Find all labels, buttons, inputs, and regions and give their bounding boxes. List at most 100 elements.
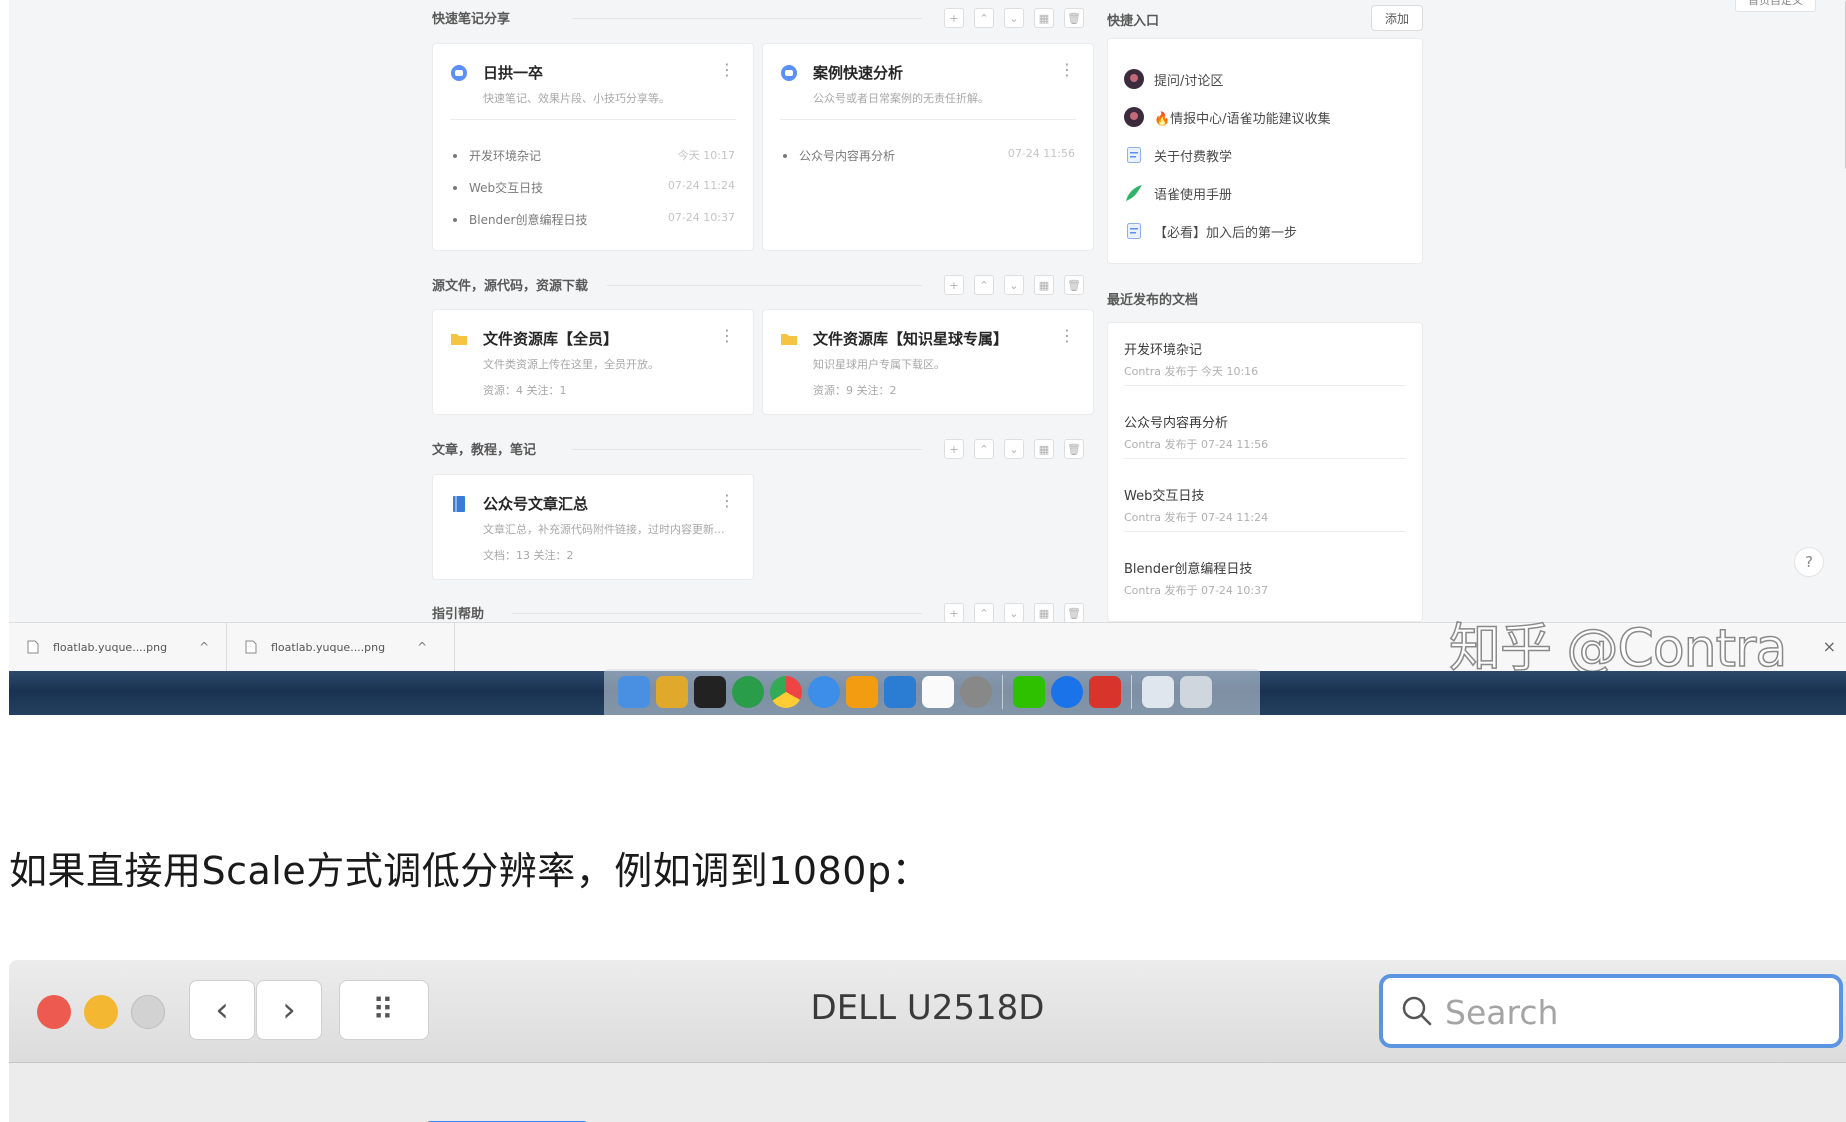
recent-docs-card: 开发环境杂记 Contra 发布于 今天 10:16 公众号内容再分析 Cont… <box>1107 322 1423 622</box>
card-description: 文件类资源上传在这里，全员开放。 <box>483 358 659 371</box>
card-title[interactable]: 文件资源库【全员】 <box>483 328 618 349</box>
section-title: 快捷入口 <box>1107 14 1160 29</box>
pdf-icon[interactable] <box>1089 676 1121 708</box>
more-icon[interactable]: ⋮ <box>719 326 735 345</box>
layout-icon[interactable]: ▦ <box>1034 439 1054 459</box>
card-title[interactable]: 文件资源库【知识星球专属】 <box>813 328 1008 349</box>
card-title[interactable]: 公众号文章汇总 <box>483 493 588 514</box>
more-icon[interactable]: ⋮ <box>719 491 735 510</box>
download-item[interactable]: floatlab.yuque....png ^ <box>227 623 455 671</box>
recent-doc-title[interactable]: 公众号内容再分析 <box>1124 412 1228 431</box>
more-icon[interactable]: ⋮ <box>1059 326 1075 345</box>
wechat-icon[interactable] <box>1013 676 1045 708</box>
layout-icon[interactable]: ▦ <box>1034 8 1054 28</box>
quick-entry-card: 提问/讨论区 🔥情报中心/语雀功能建议收集 关于付费教学 语雀使用手册 【必看】… <box>1107 38 1423 264</box>
window-body <box>9 1063 1846 1122</box>
recent-doc-item[interactable]: 公众号内容再分析 Contra 发布于 07-24 11:56 <box>1124 396 1406 459</box>
close-icon[interactable]: × <box>1823 637 1836 656</box>
recent-doc-title[interactable]: Web交互日技 <box>1124 485 1204 504</box>
delete-icon[interactable]: 🗑 <box>1064 603 1084 623</box>
list-item[interactable]: Web交互日技 07-24 11:24 <box>453 179 735 197</box>
move-down-icon[interactable]: ⌄ <box>1004 275 1024 295</box>
quick-entry-item[interactable]: 语雀使用手册 <box>1124 181 1232 205</box>
resource-card[interactable]: 文件资源库【全员】 ⋮ 文件类资源上传在这里，全员开放。 资源：4 关注：1 <box>432 309 754 415</box>
finder-icon[interactable] <box>618 676 650 708</box>
section-title: 最近发布的文档 <box>1107 293 1199 308</box>
chrome-icon[interactable] <box>770 676 802 708</box>
quick-entry-label: 关于付费教学 <box>1154 149 1233 165</box>
preview-icon[interactable] <box>656 676 688 708</box>
avatar-icon <box>1124 69 1144 89</box>
move-up-icon[interactable]: ⌃ <box>974 603 994 623</box>
search-input[interactable] <box>1443 986 1827 1038</box>
delete-icon[interactable]: 🗑 <box>1064 8 1084 28</box>
card-title[interactable]: 案例快速分析 <box>813 62 903 83</box>
quick-entry-label: 语雀使用手册 <box>1154 187 1233 203</box>
maps-icon[interactable] <box>1051 676 1083 708</box>
more-icon[interactable]: ⋮ <box>719 60 735 79</box>
book-icon <box>453 496 465 512</box>
dashboard-screenshot: 首页自定义 快速笔记分享 + ⌃ ⌄ ▦ 🗑 日拱一卒 ⋮ 快速笔记、效果片段、… <box>9 0 1846 715</box>
quick-entry-item[interactable]: 关于付费教学 <box>1124 143 1232 167</box>
quick-entry-item[interactable]: 提问/讨论区 <box>1124 67 1223 91</box>
card-description: 文章汇总，补充源代码附件链接，过时内容更新... <box>483 523 725 536</box>
recent-doc-item[interactable]: 开发环境杂记 Contra 发布于 今天 10:16 <box>1124 323 1406 386</box>
book-card[interactable]: 公众号文章汇总 ⋮ 文章汇总，补充源代码附件链接，过时内容更新... 文档：13… <box>432 474 754 580</box>
layout-icon[interactable]: ▦ <box>1034 603 1054 623</box>
quick-entry-item[interactable]: 🔥情报中心/语雀功能建议收集 <box>1124 105 1331 129</box>
recent-doc-item[interactable]: Web交互日技 Contra 发布于 07-24 11:24 <box>1124 469 1406 532</box>
doc-name[interactable]: Blender创意编程日技 <box>469 211 588 228</box>
quick-entry-label: 🔥情报中心/语雀功能建议收集 <box>1154 111 1331 127</box>
terminal-icon[interactable] <box>694 676 726 708</box>
quick-entry-header: 快捷入口 <box>1107 10 1307 30</box>
safari-icon[interactable] <box>808 676 840 708</box>
section-divider <box>572 18 922 19</box>
resource-card[interactable]: 文件资源库【知识星球专属】 ⋮ 知识星球用户专属下载区。 资源：9 关注：2 <box>762 309 1094 415</box>
search-box[interactable] <box>1379 974 1843 1048</box>
customize-home-button[interactable]: 首页自定义 <box>1735 0 1816 12</box>
recent-doc-item[interactable]: Blender创意编程日技 Contra 发布于 07-24 10:37 <box>1124 542 1406 604</box>
add-icon[interactable]: + <box>944 603 964 623</box>
section-tools: + ⌃ ⌄ ▦ 🗑 <box>944 275 1084 295</box>
system-preferences-icon[interactable] <box>960 676 992 708</box>
chevron-up-icon[interactable]: ^ <box>199 640 209 654</box>
list-item[interactable]: 开发环境杂记 今天 10:17 <box>453 147 735 165</box>
chevron-up-icon[interactable]: ^ <box>417 640 427 654</box>
add-shortcut-button[interactable]: 添加 <box>1371 5 1423 31</box>
list-item[interactable]: Blender创意编程日技 07-24 10:37 <box>453 211 735 229</box>
add-icon[interactable]: + <box>944 8 964 28</box>
layout-icon[interactable]: ▦ <box>1034 275 1054 295</box>
doc-name[interactable]: Web交互日技 <box>469 179 543 196</box>
calendar-icon[interactable] <box>922 676 954 708</box>
trash-icon[interactable] <box>1180 676 1212 708</box>
more-icon[interactable]: ⋮ <box>1059 60 1075 79</box>
move-down-icon[interactable]: ⌄ <box>1004 439 1024 459</box>
recent-doc-title[interactable]: 开发环境杂记 <box>1124 339 1202 358</box>
move-up-icon[interactable]: ⌃ <box>974 8 994 28</box>
book-card[interactable]: 案例快速分析 ⋮ 公众号或者日常案例的无责任折解。 公众号内容再分析 07-24 … <box>762 43 1094 251</box>
section-title: 文章，教程，笔记 <box>432 443 537 458</box>
book-card[interactable]: 日拱一卒 ⋮ 快速笔记、效果片段、小技巧分享等。 开发环境杂记 今天 10:17 … <box>432 43 754 251</box>
download-item[interactable]: floatlab.yuque....png ^ <box>9 623 227 671</box>
doc-name[interactable]: 开发环境杂记 <box>469 147 541 164</box>
article-caption: 如果直接用Scale方式调低分辨率，例如调到1080p： <box>9 849 931 893</box>
move-up-icon[interactable]: ⌃ <box>974 275 994 295</box>
add-icon[interactable]: + <box>944 439 964 459</box>
delete-icon[interactable]: 🗑 <box>1064 439 1084 459</box>
list-item[interactable]: 公众号内容再分析 07-24 11:56 <box>783 147 1075 165</box>
card-title[interactable]: 日拱一卒 <box>483 62 543 83</box>
recent-doc-title[interactable]: Blender创意编程日技 <box>1124 558 1252 577</box>
move-up-icon[interactable]: ⌃ <box>974 439 994 459</box>
sublime-icon[interactable] <box>846 676 878 708</box>
help-button[interactable]: ? <box>1794 547 1824 577</box>
delete-icon[interactable]: 🗑 <box>1064 275 1084 295</box>
evernote-icon[interactable] <box>732 676 764 708</box>
move-down-icon[interactable]: ⌄ <box>1004 603 1024 623</box>
downloads-folder-icon[interactable] <box>1142 676 1174 708</box>
search-icon <box>1402 996 1432 1026</box>
move-down-icon[interactable]: ⌄ <box>1004 8 1024 28</box>
doc-name[interactable]: 公众号内容再分析 <box>799 147 895 164</box>
add-icon[interactable]: + <box>944 275 964 295</box>
vscode-icon[interactable] <box>884 676 916 708</box>
quick-entry-item[interactable]: 【必看】加入后的第一步 <box>1124 219 1297 243</box>
